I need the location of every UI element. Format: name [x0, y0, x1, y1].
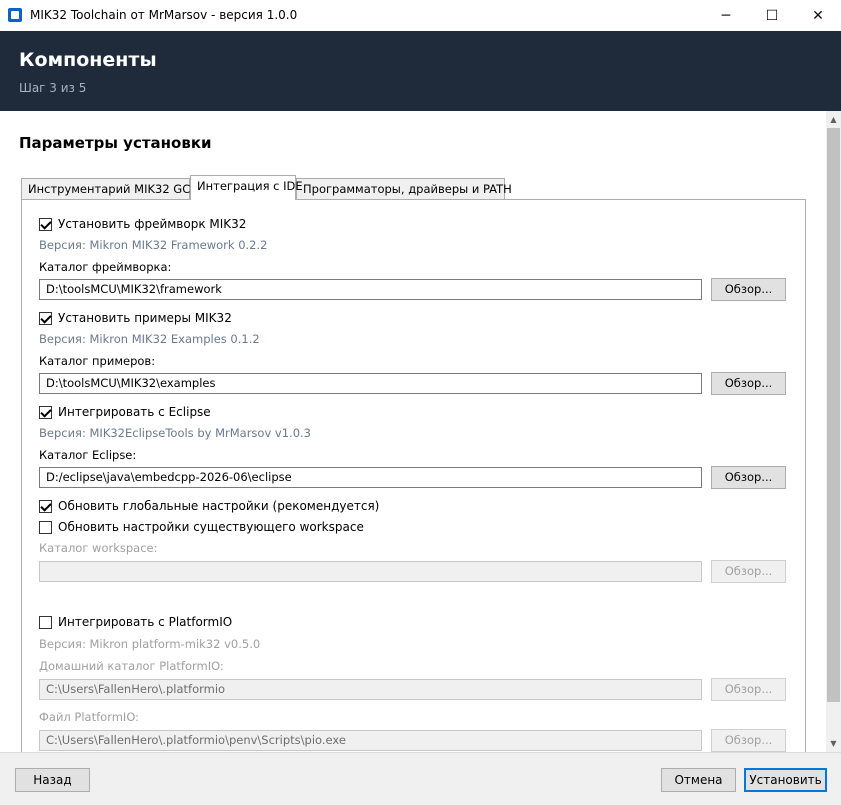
install-button[interactable]: Установить — [744, 768, 827, 792]
integrate-platformio-checkbox[interactable]: Интегрировать с PlatformIO — [39, 614, 232, 630]
platformio-version: Версия: Mikron platform-mik32 v0.5.0 — [39, 637, 261, 651]
scroll-up-arrow-icon[interactable]: ▲ — [826, 111, 841, 128]
tab-gcc-toolchain[interactable]: Инструментарий MIK32 GCC — [21, 178, 198, 199]
step-indicator: Шаг 3 из 5 — [19, 81, 87, 95]
examples-browse-button[interactable]: Обзор... — [711, 372, 786, 395]
workspace-dir-input[interactable] — [39, 561, 702, 582]
install-framework-checkbox[interactable]: Установить фреймворк MIK32 — [39, 216, 246, 232]
platformio-file-label: Файл PlatformIO: — [39, 710, 140, 724]
checkbox-box[interactable] — [39, 499, 52, 513]
platformio-home-label: Домашний каталог PlatformIO: — [39, 659, 224, 673]
platformio-home-browse-button[interactable]: Обзор... — [711, 678, 786, 701]
update-global-settings-checkbox[interactable]: Обновить глобальные настройки (рекоменду… — [39, 498, 379, 514]
framework-dir-label: Каталог фреймворка: — [39, 260, 172, 274]
checkbox-label: Обновить глобальные настройки (рекоменду… — [58, 499, 380, 513]
checkbox-box[interactable] — [39, 311, 52, 325]
eclipse-dir-label: Каталог Eclipse: — [39, 448, 137, 462]
tab-ide-integration[interactable]: Интеграция с IDE — [190, 175, 303, 200]
tab-programmers-drivers-path[interactable]: Программаторы, драйверы и PATH — [296, 178, 512, 199]
tab-label: Программаторы, драйверы и PATH — [303, 182, 512, 196]
checkbox-label: Установить фреймворк MIK32 — [58, 217, 247, 231]
examples-dir-label: Каталог примеров: — [39, 354, 156, 368]
back-button[interactable]: Назад — [15, 768, 90, 792]
vertical-scrollbar[interactable]: ▲ ▼ — [826, 111, 841, 752]
update-workspace-settings-checkbox[interactable]: Обновить настройки существующего workspa… — [39, 519, 364, 535]
checkbox-label: Интегрировать с Eclipse — [58, 405, 211, 419]
title-bar: MIK32 Toolchain от MrMarsov - версия 1.0… — [0, 0, 841, 31]
examples-dir-input[interactable]: D:\toolsMCU\MIK32\examples — [39, 373, 702, 394]
page-title: Компоненты — [19, 49, 157, 71]
platformio-file-input[interactable]: C:\Users\FallenHero\.platformio\penv\Scr… — [39, 730, 702, 751]
workspace-dir-label: Каталог workspace: — [39, 541, 158, 555]
close-button[interactable]: ✕ — [795, 0, 841, 31]
checkbox-box[interactable] — [39, 520, 52, 534]
checkbox-box[interactable] — [39, 217, 52, 231]
framework-version: Версия: Mikron MIK32 Framework 0.2.2 — [39, 238, 268, 252]
window-title: MIK32 Toolchain от MrMarsov - версия 1.0… — [30, 8, 298, 22]
eclipse-dir-input[interactable]: D:/eclipse\java\embedcpp-2026-06\eclipse — [39, 467, 702, 488]
eclipse-version: Версия: MIK32EclipseTools by MrMarsov v1… — [39, 426, 311, 440]
platformio-home-input[interactable]: C:\Users\FallenHero\.platformio — [39, 679, 702, 700]
maximize-button[interactable]: ☐ — [749, 0, 795, 31]
framework-dir-input[interactable]: D:\toolsMCU\MIK32\framework — [39, 279, 702, 300]
install-examples-checkbox[interactable]: Установить примеры MIK32 — [39, 310, 232, 326]
checkbox-box[interactable] — [39, 405, 52, 419]
examples-version: Версия: Mikron MIK32 Examples 0.1.2 — [39, 332, 260, 346]
checkbox-label: Установить примеры MIK32 — [58, 311, 232, 325]
scroll-down-arrow-icon[interactable]: ▼ — [826, 735, 841, 752]
close-icon: ✕ — [812, 7, 824, 24]
tab-label: Инструментарий MIK32 GCC — [28, 182, 199, 196]
scroll-thumb[interactable] — [827, 128, 840, 702]
checkbox-label: Обновить настройки существующего workspa… — [58, 520, 364, 534]
integrate-eclipse-checkbox[interactable]: Интегрировать с Eclipse — [39, 404, 211, 420]
minimize-button[interactable]: ─ — [703, 0, 749, 31]
maximize-icon: ☐ — [765, 7, 779, 24]
minimize-icon: ─ — [721, 7, 731, 24]
checkbox-box[interactable] — [39, 615, 52, 629]
cancel-button[interactable]: Отмена — [661, 768, 736, 792]
tab-label: Интеграция с IDE — [197, 179, 303, 193]
wizard-footer: Назад Отмена Установить — [0, 752, 841, 805]
framework-browse-button[interactable]: Обзор... — [711, 278, 786, 301]
platformio-file-browse-button[interactable]: Обзор... — [711, 729, 786, 752]
section-title: Параметры установки — [19, 134, 212, 152]
checkbox-label: Интегрировать с PlatformIO — [58, 615, 233, 629]
workspace-browse-button[interactable]: Обзор... — [711, 560, 786, 583]
app-icon — [8, 8, 22, 22]
eclipse-browse-button[interactable]: Обзор... — [711, 466, 786, 489]
wizard-header: Компоненты Шаг 3 из 5 — [0, 31, 841, 111]
